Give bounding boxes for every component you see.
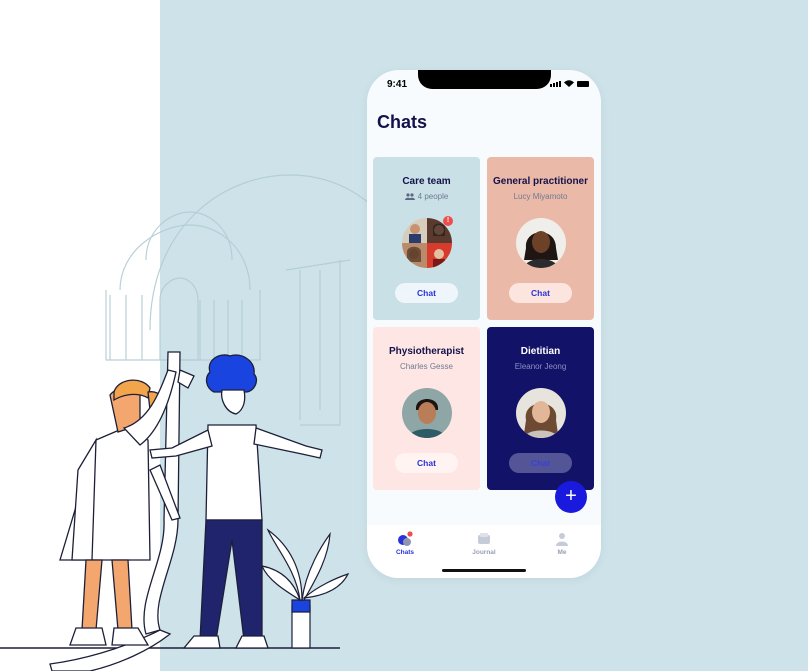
- phone-screen: 9:41 Chats Care team 4 people ! Chat Gen…: [367, 70, 601, 578]
- card-physiotherapist[interactable]: Physiotherapist Charles Gesse Chat: [373, 327, 480, 490]
- avatar-charles-gesse: [402, 388, 452, 438]
- chat-button-care-team[interactable]: Chat: [395, 283, 458, 303]
- group-avatar: [402, 218, 452, 268]
- people-icon: [404, 193, 415, 201]
- card-subtitle: Charles Gesse: [400, 362, 453, 371]
- journal-icon: [478, 533, 490, 544]
- chats-icon: [398, 531, 413, 546]
- battery-icon: [577, 81, 589, 87]
- signal-icon: [550, 81, 561, 87]
- card-general-practitioner[interactable]: General practitioner Lucy Miyamoto Chat: [487, 157, 594, 320]
- doctor-figure: [59, 369, 181, 646]
- page-title: Chats: [377, 112, 428, 132]
- profile-icon: [556, 533, 568, 546]
- card-title: Physiotherapist: [388, 346, 465, 357]
- avatar-lucy-miyamoto: [516, 218, 566, 268]
- avatar-eleanor-jeong: [516, 388, 566, 438]
- plant: [260, 528, 350, 649]
- card-care-team[interactable]: Care team 4 people ! Chat: [373, 157, 480, 320]
- home-indicator: [442, 569, 526, 572]
- card-subtitle: Lucy Miyamoto: [513, 192, 568, 201]
- notification-badge: !: [443, 216, 453, 226]
- new-chat-button[interactable]: +: [555, 481, 587, 513]
- wifi-icon: [564, 80, 574, 87]
- status-icons: [550, 80, 589, 87]
- card-dietitian[interactable]: Dietitian Eleanor Jeong Chat: [487, 327, 594, 490]
- chat-button-physiotherapist[interactable]: Chat: [395, 453, 458, 473]
- card-subtitle: 4 people: [373, 192, 480, 201]
- tab-label: Me: [557, 549, 567, 556]
- card-subtitle: Eleanor Jeong: [514, 362, 567, 371]
- status-time: 9:41: [387, 79, 408, 90]
- tab-label: Chats: [395, 549, 415, 556]
- card-title: Dietitian: [520, 346, 561, 357]
- chat-button-dietitian[interactable]: Chat: [509, 453, 572, 473]
- chat-button-general-practitioner[interactable]: Chat: [509, 283, 572, 303]
- phone-notch: [418, 70, 551, 89]
- tab-label: Journal: [472, 549, 496, 556]
- card-title: Care team: [402, 176, 451, 187]
- card-title: General practitioner: [492, 176, 589, 187]
- plus-icon: +: [565, 485, 577, 507]
